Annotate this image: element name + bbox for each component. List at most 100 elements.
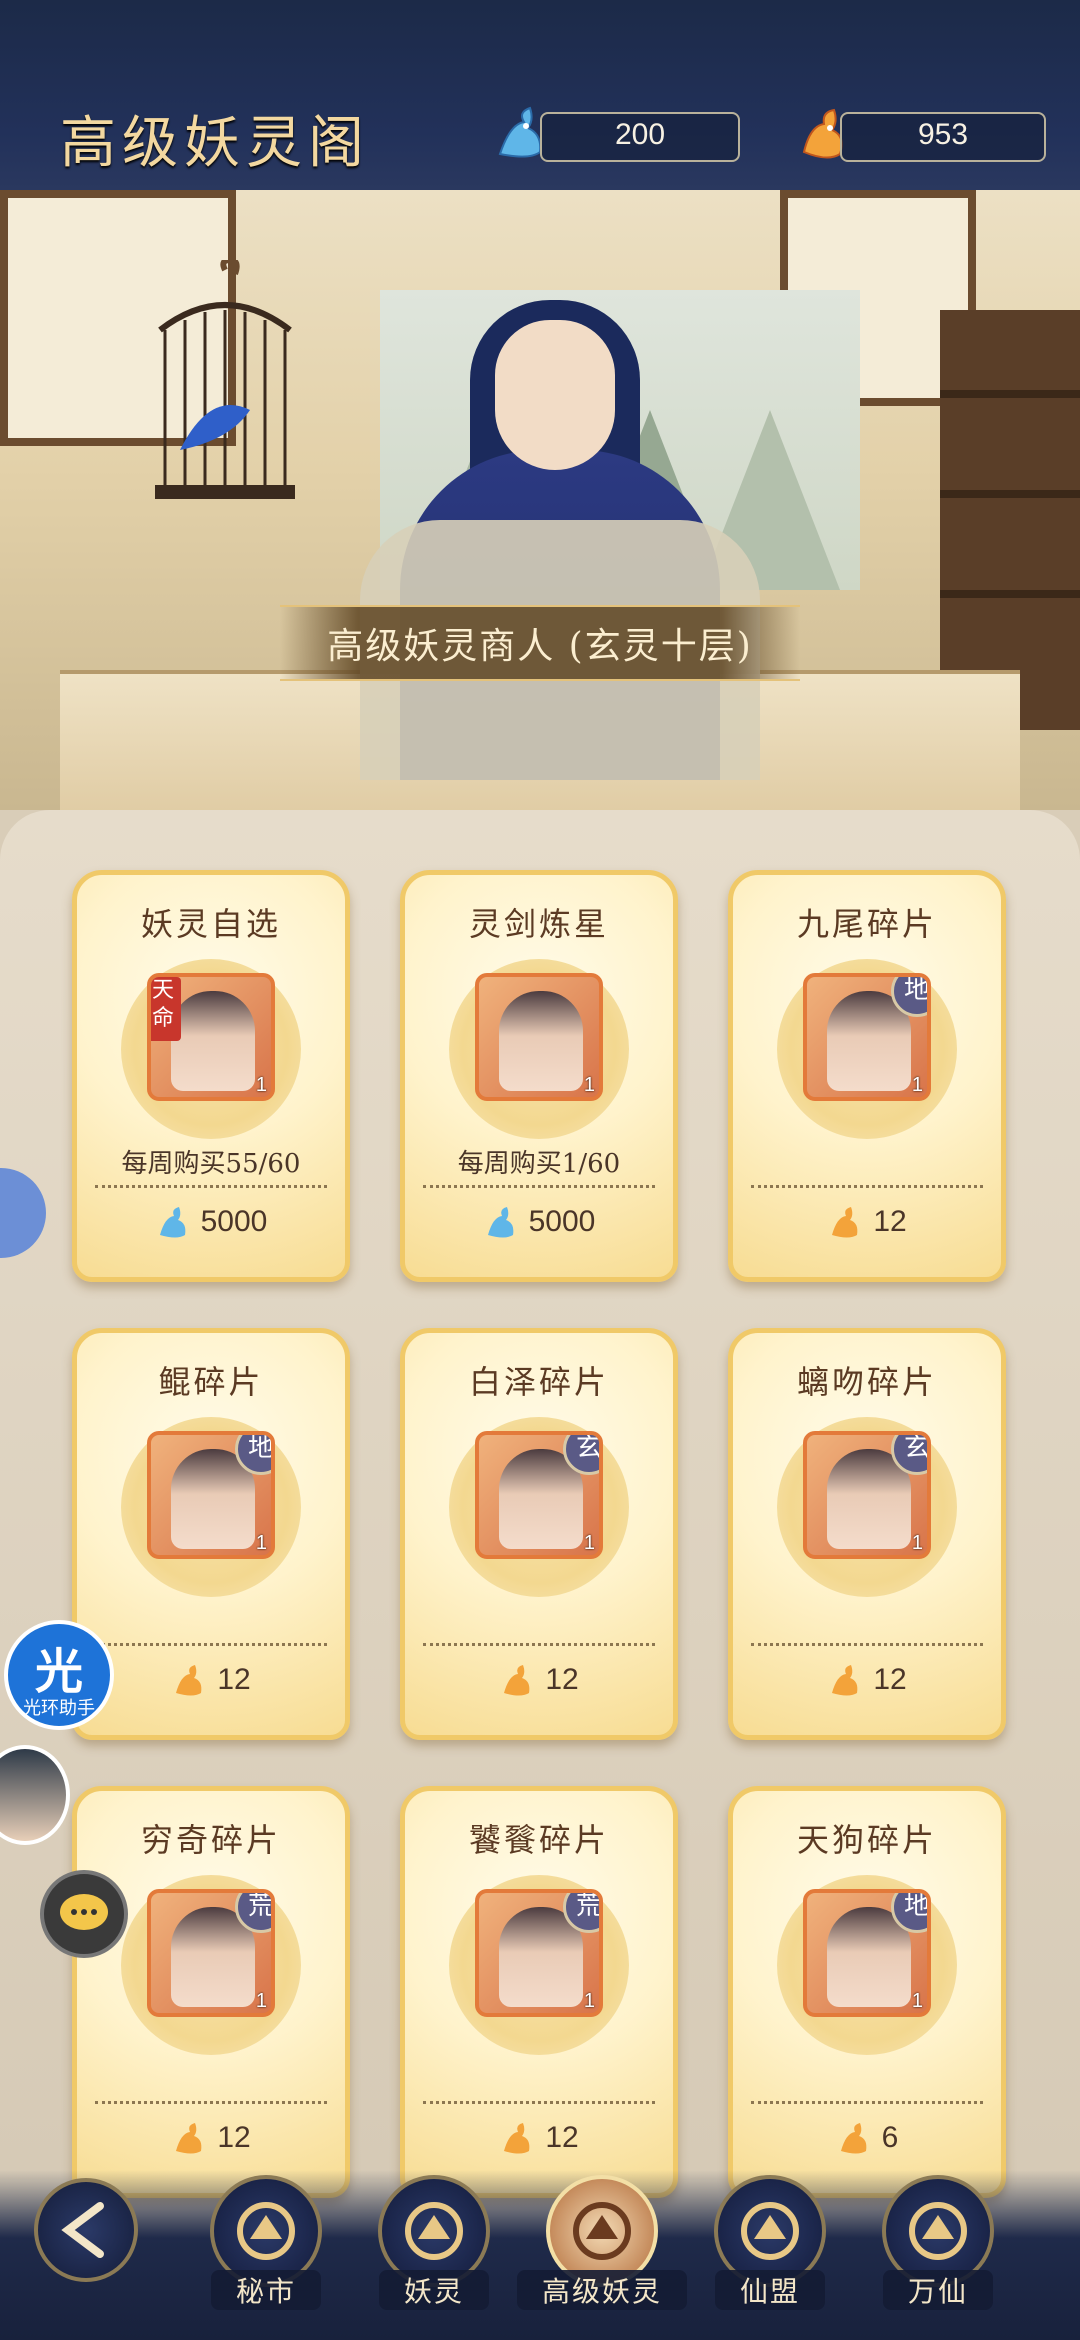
price-value: 12 <box>873 1663 907 1696</box>
page-title: 高级妖灵阁 <box>60 111 370 176</box>
assistant-label: 光环助手 <box>23 1698 95 1718</box>
item-quantity: 1 <box>583 1074 595 1096</box>
item-icon[interactable]: 1荒 <box>475 1889 603 2017</box>
shop-item-card[interactable]: 穷奇碎片 1 荒 12 <box>72 1786 350 2198</box>
shop-item-card[interactable]: 妖灵自选 1 天命每周购买55/60 5000 <box>72 870 350 1282</box>
blue-currency-value: 200 <box>614 118 666 151</box>
item-quantity: 1 <box>255 1074 267 1096</box>
item-name: 饕餮碎片 <box>468 1821 609 1859</box>
item-icon[interactable]: 1荒 <box>147 1889 275 2017</box>
orange-fire-spirit-icon <box>832 1665 858 1696</box>
item-quantity: 1 <box>583 1990 595 2012</box>
orange-fire-spirit-icon <box>840 2123 867 2154</box>
item-icon[interactable]: 1玄 <box>803 1431 931 1559</box>
price-value: 12 <box>217 2121 251 2154</box>
item-quantity: 1 <box>255 1532 267 1554</box>
divider <box>751 1643 983 1646</box>
item-price: 6 <box>733 2121 1001 2157</box>
dragon-spirit-icon <box>573 2202 631 2260</box>
item-icon[interactable]: 1地 <box>803 1889 931 2017</box>
blue-fox-spirit-icon <box>487 1207 513 1238</box>
divider <box>423 1643 655 1646</box>
chat-button[interactable] <box>40 1870 128 1958</box>
back-arrow-icon <box>61 2202 104 2258</box>
assistant-button[interactable]: 光 光环助手 <box>4 1620 114 1730</box>
divider <box>95 1643 327 1646</box>
orange-fire-spirit-icon <box>504 1665 530 1696</box>
shop-item-card[interactable]: 九尾碎片 1 地 12 <box>728 870 1006 1282</box>
merchant-name-banner: 高级妖灵商人 (玄灵十层) <box>280 605 800 681</box>
item-name: 鲲碎片 <box>158 1363 264 1401</box>
divider <box>751 1185 983 1188</box>
item-price: 12 <box>405 2121 673 2157</box>
item-quantity: 1 <box>911 1074 923 1096</box>
merchant-scene: 高级妖灵商人 (玄灵十层) <box>0 190 1080 810</box>
price-value: 12 <box>217 1663 251 1696</box>
price-value: 6 <box>881 2121 899 2154</box>
orange-fire-spirit-icon <box>504 2123 530 2154</box>
nav-tab-label[interactable]: 万仙 <box>883 2270 993 2310</box>
top-bar: 高级妖灵阁 200 953 <box>0 0 1080 193</box>
shop-item-card[interactable]: 天狗碎片 1 地 6 <box>728 1786 1006 2198</box>
orange-fire-spirit-icon <box>832 1207 858 1238</box>
item-name: 九尾碎片 <box>796 905 937 943</box>
bookshelf <box>940 310 1080 730</box>
item-icon[interactable]: 1地 <box>147 1431 275 1559</box>
nav-tab-label[interactable]: 高级妖灵 <box>517 2270 687 2310</box>
item-name: 螭吻碎片 <box>796 1363 937 1401</box>
purchase-limit: 每周购买1/60 <box>457 1149 621 1179</box>
orange-fire-spirit-icon <box>176 2123 202 2154</box>
spirit-portrait-icon <box>171 991 255 1091</box>
item-quantity: 1 <box>255 1990 267 2012</box>
item-icon[interactable]: 1 <box>475 973 603 1101</box>
shop-item-card[interactable]: 螭吻碎片 1 玄 12 <box>728 1328 1006 1740</box>
blue-currency-counter: 200 <box>540 112 740 162</box>
item-icon[interactable]: 1地 <box>803 973 931 1101</box>
nav-tab-label[interactable]: 秘市 <box>211 2270 321 2310</box>
gold-currency-counter: 953 <box>840 112 1046 162</box>
fox-spirit-icon <box>405 2202 463 2260</box>
item-name: 妖灵自选 <box>140 905 281 943</box>
divider <box>95 2101 327 2104</box>
divider <box>751 2101 983 2104</box>
rarity-badge: 天命 <box>151 977 181 1041</box>
merchant-name: 高级妖灵商人 (玄灵十层) <box>327 626 753 667</box>
item-name: 白泽碎片 <box>468 1363 609 1401</box>
gold-currency-value: 953 <box>917 118 969 151</box>
divider <box>423 2101 655 2104</box>
item-icon[interactable]: 1玄 <box>475 1431 603 1559</box>
price-value: 5000 <box>200 1205 268 1238</box>
item-price: 12 <box>77 2121 345 2157</box>
assistant-glyph: 光 <box>34 1646 83 1699</box>
purchase-limit: 每周购买55/60 <box>121 1149 301 1179</box>
item-price: 5000 <box>77 1205 345 1241</box>
back-button[interactable] <box>34 2178 138 2282</box>
item-name: 灵剑炼星 <box>468 905 609 943</box>
alliance-gate-icon <box>741 2202 799 2260</box>
bird-cage-icon <box>155 260 295 499</box>
nav-tab-label[interactable]: 妖灵 <box>379 2270 489 2310</box>
price-value: 12 <box>873 1205 907 1238</box>
divider <box>95 1185 327 1188</box>
chat-bubble-icon <box>60 1894 108 1930</box>
merchant-face <box>495 320 615 470</box>
shop-item-card[interactable]: 灵剑炼星 1 每周购买1/60 5000 <box>400 870 678 1282</box>
item-quantity: 1 <box>911 1532 923 1554</box>
price-value: 5000 <box>528 1205 596 1238</box>
shop-item-card[interactable]: 白泽碎片 1 玄 12 <box>400 1328 678 1740</box>
spirit-portrait-icon <box>499 991 583 1091</box>
item-quantity: 1 <box>583 1532 595 1554</box>
item-price: 5000 <box>405 1205 673 1241</box>
price-value: 12 <box>545 2121 579 2154</box>
item-name: 穷奇碎片 <box>140 1821 281 1859</box>
shop-item-card[interactable]: 饕餮碎片 1 荒 12 <box>400 1786 678 2198</box>
price-value: 12 <box>545 1663 579 1696</box>
sword-circle-icon <box>909 2202 967 2260</box>
item-quantity: 1 <box>911 1990 923 2012</box>
blue-fox-spirit-icon <box>159 1207 185 1238</box>
divider <box>423 1185 655 1188</box>
item-icon[interactable]: 1 天命 <box>147 973 275 1101</box>
item-price: 12 <box>405 1663 673 1699</box>
item-price: 12 <box>733 1205 1001 1241</box>
nav-tab-label[interactable]: 仙盟 <box>715 2270 825 2310</box>
